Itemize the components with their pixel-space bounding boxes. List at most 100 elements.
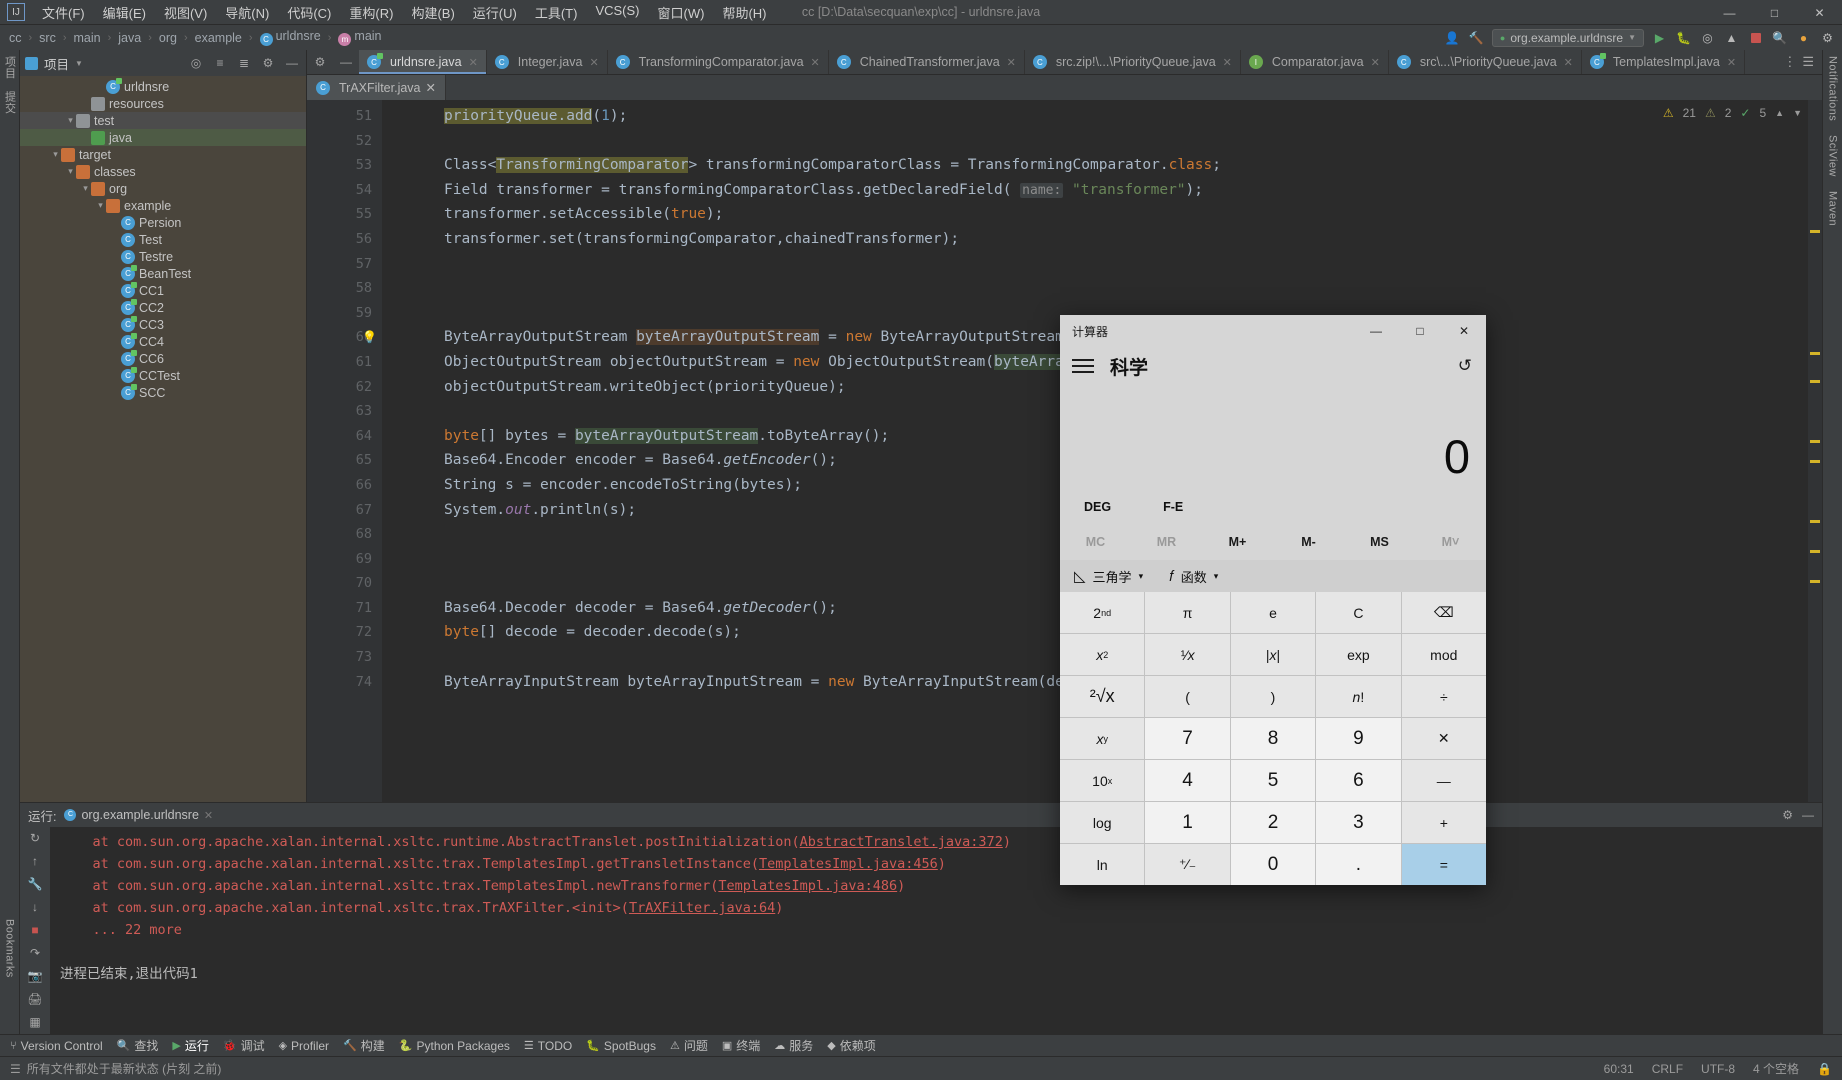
bottom-tool-调试[interactable]: 🐞 调试 [223,1037,265,1054]
line-number-60[interactable]: 60 💡 [307,325,382,350]
bottom-tool-问题[interactable]: ⚠ 问题 [670,1037,708,1054]
abs-button[interactable]: | x | [1230,634,1316,675]
menu-item-7[interactable]: 运行(U) [464,1,526,24]
ln-button[interactable]: ln [1060,844,1145,885]
hamburger-icon[interactable] [1072,359,1094,373]
menu-item-5[interactable]: 重构(R) [340,1,402,24]
line-number-72[interactable]: 72 [307,620,382,645]
breadcrumb-cc[interactable]: cc [7,31,24,45]
left-strip-commit-label[interactable]: 提交 [2,91,18,114]
tab-gear-icon[interactable]: ⚙ [307,50,333,74]
lock-icon[interactable]: 🔒 [1817,1062,1832,1076]
tab-list-icon[interactable]: ☰ [1802,54,1814,70]
code-line-52[interactable] [382,129,1822,154]
editor-tab-5[interactable]: I Comparator.java ✕ [1241,50,1389,74]
project-tree-item-Test[interactable]: C Test [20,231,306,248]
project-tree-item-CCTest[interactable]: C CCTest [20,366,306,384]
console-tab[interactable]: C org.example.urldnsre ✕ [64,808,213,822]
project-tree-item-CC4[interactable]: C CC4 [20,332,306,350]
bottom-tool-Python Packages[interactable]: 🐍 Python Packages [399,1039,510,1053]
line-number-52[interactable]: 52 [307,129,382,154]
backspace-button[interactable]: ⌫ [1401,592,1486,633]
run-icon[interactable]: ▶ [1651,29,1668,46]
breadcrumb-java[interactable]: java [116,31,143,45]
line-number-70[interactable]: 70 [307,571,382,596]
editor-tab-7[interactable]: C TemplatesImpl.java ✕ [1582,50,1746,74]
line-number-74[interactable]: 74 [307,670,382,695]
rerun-icon[interactable]: ↻ [25,831,45,845]
minimize-icon[interactable]: — [1802,808,1814,822]
line-number-68[interactable]: 68 [307,522,382,547]
digit-9-button[interactable]: 9 [1316,718,1401,759]
project-tree-item-SCC[interactable]: C SCC [20,383,306,401]
sqrt-button[interactable]: ²√x [1060,676,1145,717]
stack-trace-link[interactable]: TrAXFilter.java:64 [629,900,775,916]
bottom-tool-终端[interactable]: ▣ 终端 [722,1037,760,1054]
maximize-button[interactable]: □ [1752,0,1797,25]
negate-button[interactable]: ⁺∕₋ [1145,844,1230,885]
history-icon[interactable]: ↺ [1458,356,1472,376]
memory-M-button[interactable]: M˅ [1415,535,1486,549]
code-line-55[interactable]: transformer.setAccessible(true); [382,202,1822,227]
memory-MS-button[interactable]: MS [1344,535,1415,549]
close-paren-button[interactable]: ) [1230,676,1316,717]
calculator-maximize-button[interactable]: □ [1398,315,1442,347]
mod-button[interactable]: mod [1401,634,1486,675]
intention-bulb-icon[interactable]: 💡 [362,325,377,350]
editor-tab-2[interactable]: C TransformingComparator.java ✕ [608,50,829,74]
code-line-57[interactable] [382,252,1822,277]
line-number-65[interactable]: 65 [307,448,382,473]
right-strip-notifications-label[interactable]: Notifications [1827,56,1839,121]
left-strip-bookmarks-label[interactable]: Bookmarks [4,919,16,978]
equals-button[interactable]: = [1401,844,1486,885]
line-number-59[interactable]: 59 [307,301,382,326]
calculator-window[interactable]: 计算器 — □ ✕ 科学 ↺ 0 DEG F-E MC MR M+ M- MS M˅ ◺ 三… [1060,315,1486,885]
stop-icon[interactable] [1747,29,1764,46]
left-strip-project-label[interactable]: 项目 [2,56,18,79]
memory-MR-button[interactable]: MR [1131,535,1202,549]
breadcrumb-main[interactable]: m main [336,29,383,46]
search-icon[interactable]: 🔍 [1771,29,1788,46]
bottom-tool-运行[interactable]: ▶ 运行 [172,1037,208,1054]
calculator-dropdown-函数[interactable]: 𝑓 函数 ▾ [1169,567,1218,586]
project-tree-item-Persion[interactable]: C Persion [20,214,306,231]
project-tree[interactable]: Curldnsre resources ▾ test java ▾ target ▾ class… [20,76,306,830]
add-button[interactable]: + [1401,802,1486,843]
code-line-53[interactable]: Class<TransformingComparator> transformi… [382,153,1822,178]
coverage-icon[interactable]: ◎ [1699,29,1716,46]
code-line-54[interactable]: Field transformer = transformingComparat… [382,178,1822,203]
menu-item-2[interactable]: 视图(V) [155,1,216,24]
collapse-all-icon[interactable]: ≣ [235,54,253,72]
hammer-icon[interactable]: 🔨 [1468,29,1485,46]
chevron-down-icon[interactable]: ▾ [65,115,76,126]
bottom-tool-构建[interactable]: 🔨 构建 [343,1037,385,1054]
digit-5-button[interactable]: 5 [1230,760,1316,801]
line-number-56[interactable]: 56 [307,227,382,252]
memory-MC-button[interactable]: MC [1060,535,1131,549]
menu-item-1[interactable]: 编辑(E) [94,1,155,24]
bottom-tool-查找[interactable]: 🔍 查找 [117,1037,159,1054]
digit-3-button[interactable]: 3 [1316,802,1401,843]
clear-button[interactable]: C [1316,592,1401,633]
debug-icon[interactable]: 🐛 [1675,29,1692,46]
tab-minimize-icon[interactable]: — [333,50,359,74]
exp-button[interactable]: exp [1316,634,1401,675]
power-button[interactable]: xy [1060,718,1145,759]
digit-0-button[interactable]: 0 [1230,844,1316,885]
menu-item-11[interactable]: 帮助(H) [713,1,775,24]
chevron-up-icon[interactable]: ▲ [1775,108,1784,118]
close-icon[interactable]: ✕ [1371,56,1380,69]
wrench-icon[interactable]: 🔧 [25,877,45,891]
calculator-minimize-button[interactable]: — [1354,315,1398,347]
breadcrumb-urldnsre[interactable]: Curldnsre [258,29,323,46]
line-separator[interactable]: CRLF [1652,1062,1683,1076]
bottom-tool-Version Control[interactable]: ⑂ Version Control [10,1039,103,1053]
square-button[interactable]: x2 [1060,634,1145,675]
angle-unit-toggle[interactable]: DEG [1084,500,1111,514]
project-tree-item-example[interactable]: ▾ example [20,197,306,214]
close-icon[interactable]: ✕ [1727,56,1736,69]
stack-trace-link[interactable]: AbstractTranslet.java:372 [800,834,1003,850]
project-tree-item-resources[interactable]: resources [20,95,306,112]
digit-4-button[interactable]: 4 [1145,760,1230,801]
console-line-4[interactable]: ... 22 more [60,919,1822,941]
